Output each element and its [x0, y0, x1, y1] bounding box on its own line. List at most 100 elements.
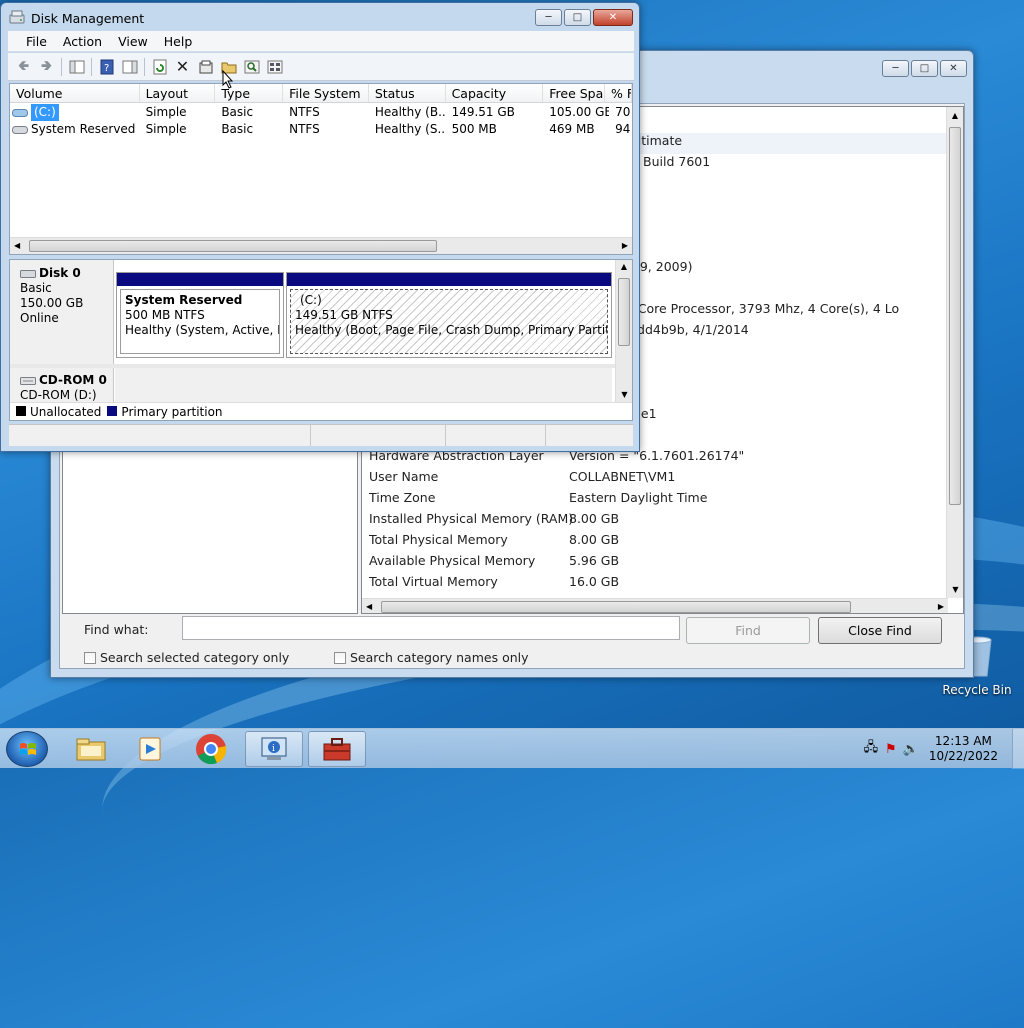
menu-action[interactable]: Action [55, 34, 110, 49]
partition-c[interactable]: (C:) 149.51 GB NTFS Healthy (Boot, Page … [286, 272, 612, 358]
show-hide-action-pane-button[interactable] [118, 56, 141, 78]
checkbox-box[interactable] [84, 651, 96, 664]
checkbox-box[interactable] [334, 651, 346, 664]
disk-pane-vertical-scrollbar[interactable]: ▲ ▼ [615, 260, 632, 402]
partition-header [117, 273, 283, 286]
taskbar-chrome[interactable] [182, 731, 240, 767]
col-percent-free[interactable]: % F [605, 84, 632, 102]
clock[interactable]: 12:13 AM 10/22/2022 [929, 734, 998, 764]
minimize-button[interactable]: ─ [882, 60, 909, 77]
delete-button[interactable]: ✕ [171, 56, 194, 78]
detail-item: User Name [369, 469, 439, 484]
details-vertical-scrollbar[interactable]: ▲ ▼ [946, 107, 963, 598]
disk0-label[interactable]: Disk 0 Basic 150.00 GB Online [10, 260, 114, 364]
scroll-thumb[interactable] [949, 127, 961, 505]
console-tree-icon [69, 60, 84, 73]
cdrom0-label[interactable]: CD-ROM 0 CD-ROM (D:) [10, 368, 114, 404]
show-hide-console-tree-button[interactable] [65, 56, 88, 78]
refresh-icon [153, 59, 166, 74]
cdrom-drive: CD-ROM (D:) [20, 388, 97, 402]
primary-swatch [107, 405, 118, 416]
table-row[interactable]: System Reserved Simple Basic NTFS Health… [10, 121, 632, 138]
detail-row[interactable]: User Name COLLABNET\VM1 [362, 469, 948, 490]
search-selected-category-checkbox[interactable]: Search selected category only [84, 650, 289, 665]
volume-list[interactable]: Volume Layout Type File System Status Ca… [9, 83, 633, 255]
volume-icon [12, 108, 28, 117]
volume-fs: NTFS [289, 105, 320, 119]
scroll-left-arrow-icon[interactable]: ◀ [14, 238, 20, 254]
col-status[interactable]: Status [369, 84, 446, 102]
hscroll-thumb[interactable] [29, 240, 437, 252]
taskbar-computer-management[interactable] [308, 731, 366, 767]
close-find-button[interactable]: Close Find [818, 617, 942, 644]
disk-type: Basic [20, 281, 52, 295]
detail-row[interactable]: Time Zone Eastern Daylight Time [362, 490, 948, 511]
detail-row[interactable]: Available Physical Memory 5.96 GB [362, 553, 948, 574]
windows-logo-icon [20, 743, 36, 755]
help-button[interactable]: ? [95, 56, 118, 78]
network-icon[interactable]: 🖧 [861, 738, 881, 760]
search-category-names-checkbox[interactable]: Search category names only [334, 650, 529, 665]
forward-arrow-icon: 🢂 [40, 57, 53, 74]
maximize-button[interactable]: □ [911, 60, 938, 77]
volume-list-horizontal-scrollbar[interactable]: ◀ ▶ [10, 237, 632, 254]
hscroll-thumb[interactable] [381, 601, 851, 613]
disk-state: Online [20, 311, 59, 325]
detail-item: Total Virtual Memory [369, 574, 498, 589]
refresh-button[interactable] [148, 56, 171, 78]
show-desktop-button[interactable] [1012, 729, 1024, 769]
scroll-down-arrow-icon[interactable]: ▼ [616, 388, 632, 402]
partition-system-reserved[interactable]: System Reserved 500 MB NTFS Healthy (Sys… [116, 272, 284, 358]
col-layout[interactable]: Layout [140, 84, 216, 102]
find-what-input[interactable] [182, 616, 680, 640]
scroll-right-arrow-icon[interactable]: ▶ [938, 599, 944, 613]
scroll-up-arrow-icon[interactable]: ▲ [947, 107, 963, 124]
close-button[interactable]: ✕ [593, 9, 633, 26]
table-row[interactable]: (C:) Simple Basic NTFS Healthy (B... 149… [10, 104, 632, 121]
partition-size: 149.51 GB NTFS [295, 308, 393, 322]
scroll-down-arrow-icon[interactable]: ▼ [947, 581, 963, 598]
settings-button[interactable] [263, 56, 286, 78]
start-button[interactable] [6, 731, 48, 767]
legend: Unallocated Primary partition [10, 402, 632, 420]
scroll-thumb[interactable] [618, 278, 630, 346]
scroll-left-arrow-icon[interactable]: ◀ [366, 599, 372, 613]
properties-button[interactable] [194, 56, 217, 78]
menu-help[interactable]: Help [156, 34, 201, 49]
find-what-label: Find what: [84, 622, 149, 637]
partition-status: Healthy (Boot, Page File, Crash Dump, Pr… [295, 323, 608, 337]
forward-button[interactable]: 🢂 [35, 56, 58, 78]
taskbar-media-player[interactable] [122, 731, 180, 767]
detail-value: 16.0 GB [569, 574, 620, 589]
details-horizontal-scrollbar[interactable]: ◀ ▶ [362, 598, 948, 613]
scroll-right-arrow-icon[interactable]: ▶ [622, 238, 628, 254]
scroll-up-arrow-icon[interactable]: ▲ [616, 260, 632, 274]
maximize-button[interactable]: □ [564, 9, 591, 26]
menu-view[interactable]: View [110, 34, 156, 49]
action-center-flag-icon[interactable]: ⚑ [881, 742, 901, 757]
partition-name: (C:) [300, 293, 322, 307]
detail-row[interactable]: Total Virtual Memory 16.0 GB [362, 574, 948, 595]
col-capacity[interactable]: Capacity [446, 84, 544, 102]
col-file-system[interactable]: File System [283, 84, 369, 102]
legend-unallocated: Unallocated [30, 404, 102, 419]
col-free-space[interactable]: Free Spa... [543, 84, 606, 102]
close-button[interactable]: ✕ [940, 60, 967, 77]
detail-row[interactable]: Total Physical Memory 8.00 GB [362, 532, 948, 553]
volume-speaker-icon[interactable]: 🔈 [901, 742, 921, 757]
grid-settings-icon [267, 60, 282, 73]
menu-file[interactable]: File [18, 34, 55, 49]
minimize-icon: ─ [892, 63, 899, 74]
find-button[interactable]: Find [686, 617, 810, 644]
back-button[interactable]: 🢀 [12, 56, 35, 78]
diskmgmt-titlebar[interactable]: Disk Management ─ □ ✕ [1, 3, 639, 31]
rescan-button[interactable] [240, 56, 263, 78]
taskbar-system-information[interactable]: i [245, 731, 303, 767]
taskbar: i 🖧 ⚑ 🔈 12:13 AM 10/22/2022 [0, 728, 1024, 769]
col-volume[interactable]: Volume [10, 84, 140, 102]
folder-icon [76, 738, 106, 761]
disk-graphical-view[interactable]: Disk 0 Basic 150.00 GB Online System Res… [9, 259, 633, 421]
detail-row[interactable]: Installed Physical Memory (RAM) 8.00 GB [362, 511, 948, 532]
minimize-button[interactable]: ─ [535, 9, 562, 26]
taskbar-explorer[interactable] [62, 731, 120, 767]
